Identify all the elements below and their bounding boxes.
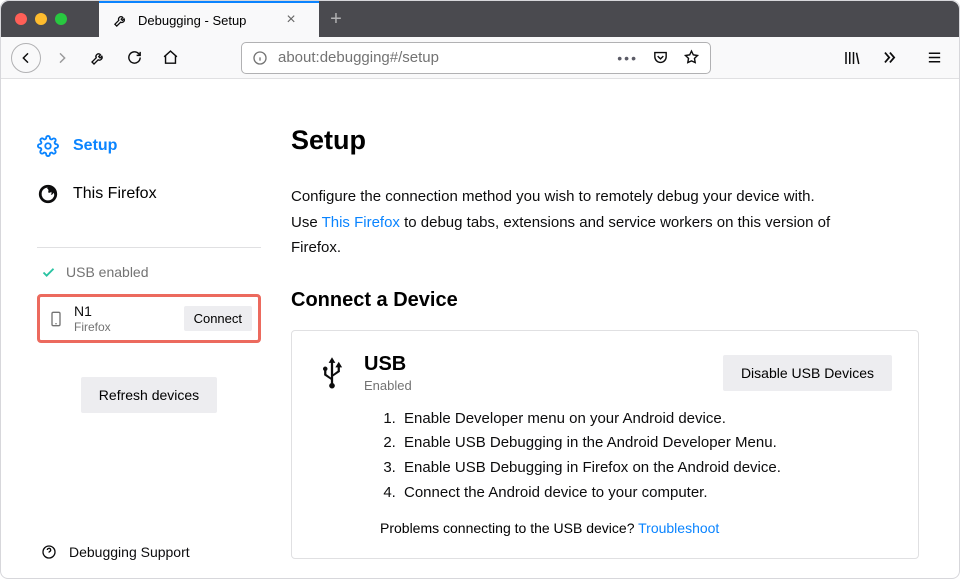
phone-icon <box>48 308 64 330</box>
usb-step: Enable USB Debugging in Firefox on the A… <box>400 456 892 481</box>
new-tab-button[interactable]: + <box>319 2 353 36</box>
usb-step: Enable Developer menu on your Android de… <box>400 407 892 432</box>
device-row: N1 Firefox Connect <box>37 294 261 343</box>
card-footer: Problems connecting to the USB device? T… <box>318 520 892 536</box>
troubleshoot-link[interactable]: Troubleshoot <box>638 520 719 536</box>
traffic-lights <box>15 13 67 25</box>
page-title: Setup <box>291 125 919 156</box>
device-subtitle: Firefox <box>74 320 174 334</box>
wrench-icon <box>113 13 128 28</box>
browser-tab[interactable]: Debugging - Setup × <box>99 1 319 37</box>
help-icon <box>41 544 57 560</box>
this-firefox-link[interactable]: This Firefox <box>322 214 400 231</box>
overflow-button[interactable] <box>873 43 903 73</box>
disable-usb-button[interactable]: Disable USB Devices <box>723 355 892 391</box>
back-button[interactable] <box>11 43 41 73</box>
firefox-icon <box>37 183 59 205</box>
url-bar[interactable]: about:debugging#/setup ••• <box>241 42 711 74</box>
page-actions-icon[interactable]: ••• <box>617 50 638 66</box>
sidebar-divider <box>37 247 261 248</box>
usb-icon <box>318 355 346 391</box>
card-title: USB <box>364 353 705 376</box>
support-label: Debugging Support <box>69 544 190 560</box>
home-button[interactable] <box>155 43 185 73</box>
close-tab-button[interactable]: × <box>286 11 295 29</box>
menu-button[interactable] <box>919 43 949 73</box>
sidebar-label: This Firefox <box>73 185 157 203</box>
url-text: about:debugging#/setup <box>278 49 607 66</box>
usb-card: USB Enabled Disable USB Devices Enable D… <box>291 330 919 559</box>
info-icon[interactable] <box>252 50 268 66</box>
sidebar-item-this-firefox[interactable]: This Firefox <box>37 175 261 223</box>
library-button[interactable] <box>837 43 867 73</box>
forward-button <box>47 43 77 73</box>
toolbar-wrench-button[interactable] <box>83 43 113 73</box>
main-panel: Setup Configure the connection method yo… <box>281 79 959 580</box>
browser-toolbar: about:debugging#/setup ••• <box>1 37 959 79</box>
usb-step: Connect the Android device to your compu… <box>400 481 892 506</box>
check-icon <box>41 265 56 280</box>
tab-title: Debugging - Setup <box>138 13 246 28</box>
usb-steps-list: Enable Developer menu on your Android de… <box>318 407 892 506</box>
page-desc-2: Use This Firefox to debug tabs, extensio… <box>291 210 871 261</box>
device-name: N1 <box>74 303 174 320</box>
card-status: Enabled <box>364 378 705 393</box>
gear-icon <box>37 135 59 157</box>
zoom-window-button[interactable] <box>55 13 67 25</box>
close-window-button[interactable] <box>15 13 27 25</box>
device-info: N1 Firefox <box>74 303 174 334</box>
usb-status: USB enabled <box>41 264 261 280</box>
page-content: Setup This Firefox USB enabled N1 Firefo… <box>1 79 959 580</box>
debugging-support-link[interactable]: Debugging Support <box>41 544 261 560</box>
minimize-window-button[interactable] <box>35 13 47 25</box>
usb-status-label: USB enabled <box>66 264 149 280</box>
pocket-icon[interactable] <box>652 49 669 66</box>
sidebar: Setup This Firefox USB enabled N1 Firefo… <box>1 79 281 580</box>
refresh-devices-button[interactable]: Refresh devices <box>81 377 217 413</box>
sidebar-item-setup[interactable]: Setup <box>37 127 261 175</box>
window-titlebar: Debugging - Setup × + <box>1 1 959 37</box>
page-desc-1: Configure the connection method you wish… <box>291 184 871 210</box>
bookmark-star-icon[interactable] <box>683 49 700 66</box>
connect-device-heading: Connect a Device <box>291 289 919 312</box>
usb-step: Enable USB Debugging in the Android Deve… <box>400 431 892 456</box>
reload-button[interactable] <box>119 43 149 73</box>
sidebar-label: Setup <box>73 137 117 155</box>
connect-button[interactable]: Connect <box>184 306 252 331</box>
